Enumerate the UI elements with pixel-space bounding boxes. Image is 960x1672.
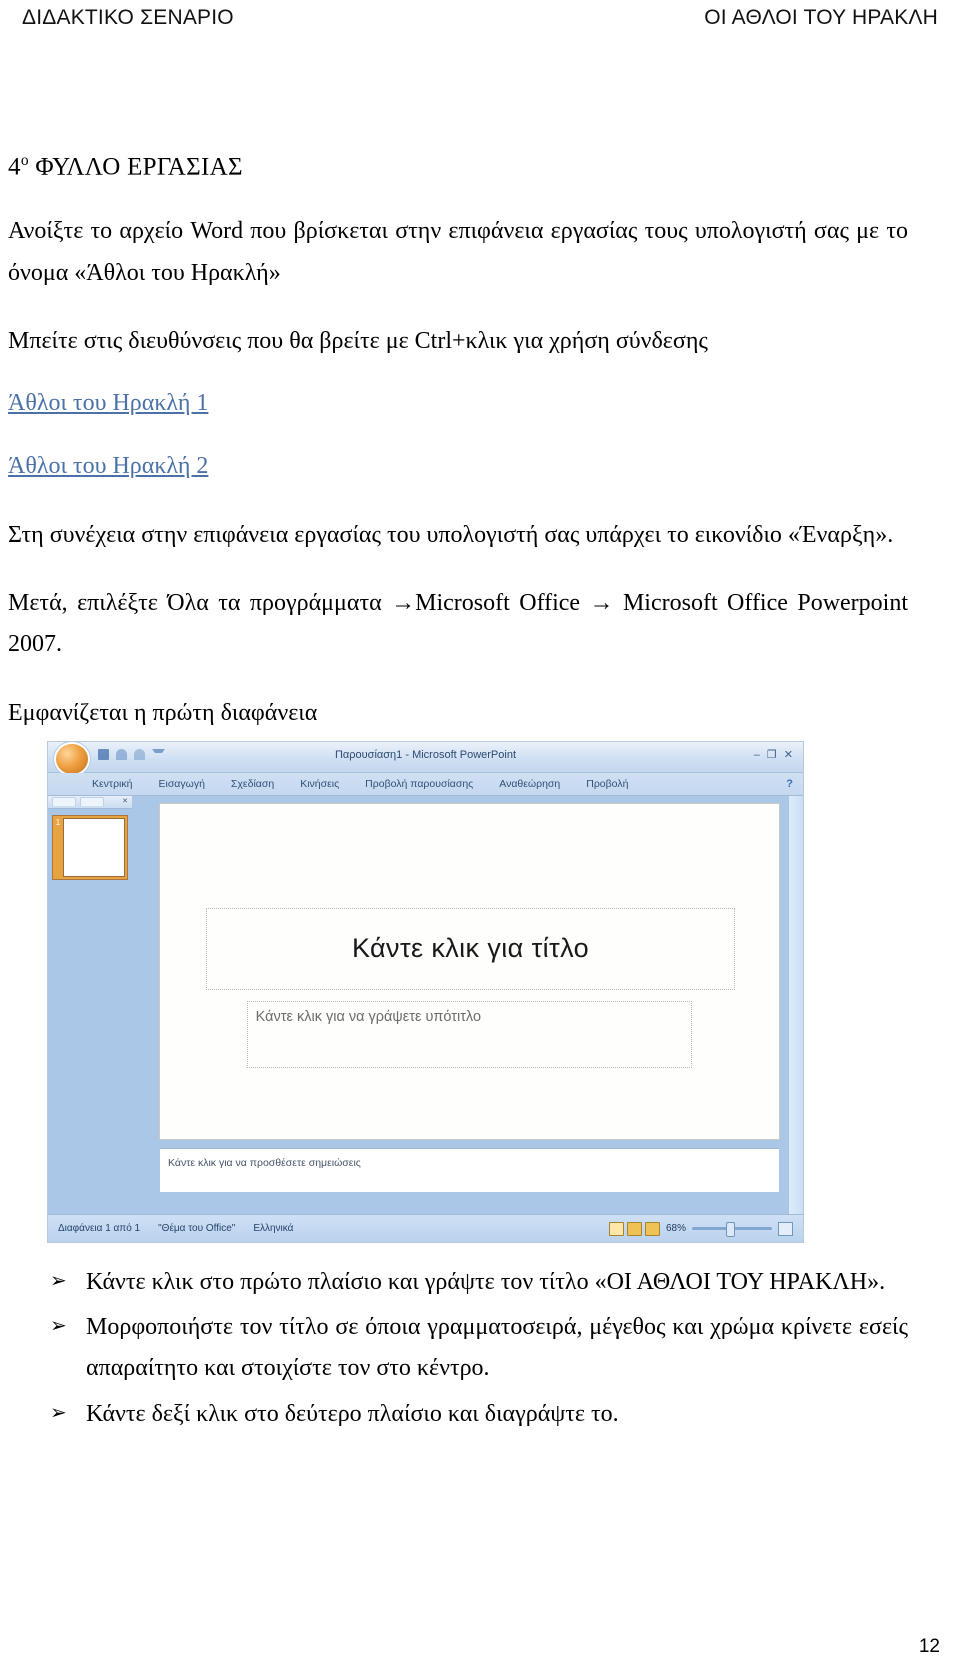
bullet-arrow-icon: ➢ — [50, 1313, 67, 1338]
link-athloi-1[interactable]: Άθλοι του Ηρακλή 1 — [8, 389, 208, 418]
slide-canvas[interactable]: Κάντε κλικ για τίτλο Κάντε κλικ για να γ… — [160, 803, 779, 1139]
worksheet-title-text: ΦΥΛΛΟ ΕΡΓΑΣΙΑΣ — [28, 153, 243, 181]
pane-tab-slides[interactable] — [52, 797, 76, 807]
bullet-arrow-icon: ➢ — [50, 1399, 67, 1424]
tab-design[interactable]: Σχεδίαση — [231, 778, 274, 790]
tab-insert[interactable]: Εισαγωγή — [158, 778, 204, 790]
close-icon[interactable]: ✕ — [121, 798, 129, 806]
view-normal-icon[interactable] — [608, 1221, 624, 1236]
list-item-text: Μορφοποιήστε τον τίτλο σε όποια γραμματο… — [86, 1314, 908, 1382]
view-buttons[interactable] — [608, 1221, 660, 1236]
header-right-text: ΟΙ ΑΘΛΟΙ ΤΟΥ ΗΡΑΚΛΗ — [704, 6, 938, 29]
slides-outline-pane: ✕ 1 — [48, 795, 132, 1214]
list-item: ➢ Κάντε δεξί κλικ στο δεύτερο πλαίσιο κα… — [8, 1394, 908, 1435]
slide-thumbnail-1[interactable]: 1 — [52, 814, 128, 880]
bullet-arrow-icon: ➢ — [50, 1267, 67, 1292]
vertical-scrollbar[interactable] — [788, 795, 803, 1214]
status-slide-counter: Διαφάνεια 1 από 1 — [58, 1223, 141, 1235]
zoom-slider[interactable] — [692, 1222, 772, 1238]
instruction-list: ➢ Κάντε κλικ στο πρώτο πλαίσιο και γράψτ… — [8, 1262, 908, 1435]
help-icon[interactable]: ? — [786, 778, 793, 790]
pane-tab-outline[interactable] — [80, 797, 104, 807]
title-placeholder[interactable]: Κάντε κλικ για τίτλο — [206, 907, 735, 991]
tab-review[interactable]: Αναθεώρηση — [499, 778, 560, 790]
link-athloi-2[interactable]: Άθλοι του Ηρακλή 2 — [8, 452, 208, 481]
window-controls[interactable]: – ❐ ✕ — [754, 748, 795, 761]
powerpoint-title-bar: Παρουσίαση1 - Microsoft PowerPoint – ❐ ✕ — [48, 741, 803, 774]
list-item: ➢ Μορφοποιήστε τον τίτλο σε όποια γραμμα… — [8, 1307, 908, 1390]
tab-view[interactable]: Προβολή — [586, 778, 628, 790]
pane-tab-strip: ✕ — [48, 795, 132, 809]
status-right-group: 68% — [608, 1221, 793, 1238]
status-language[interactable]: Ελληνικά — [253, 1223, 293, 1234]
slide-thumbnail-number: 1 — [55, 817, 61, 827]
page-header: ΔΙΔΑΚΤΙΚΟ ΣΕΝΑΡΙΟ ΟΙ ΑΘΛΟΙ ΤΟΥ ΗΡΑΚΛΗ — [22, 6, 938, 40]
worksheet-ordinal-suffix: ο — [20, 152, 29, 169]
fit-to-window-icon[interactable] — [778, 1221, 793, 1236]
document-body: 4ο ΦΥΛΛΟ ΕΡΓΑΣΙΑΣ Ανοίξτε το αρχείο Word… — [8, 152, 908, 1439]
zoom-slider-handle[interactable] — [726, 1222, 735, 1238]
paragraph-first-slide-appears: Εμφανίζεται η πρώτη διαφάνεια — [8, 699, 318, 726]
notes-pane[interactable]: Κάντε κλικ για να προσθέσετε σημειώσεις — [160, 1147, 779, 1192]
title-placeholder-text: Κάντε κλικ για τίτλο — [351, 933, 590, 964]
powerpoint-document-title: Παρουσίαση1 - Microsoft PowerPoint — [334, 748, 516, 761]
paragraph-open-word-file: Ανοίξτε το αρχείο Word που βρίσκεται στη… — [8, 218, 908, 286]
powerpoint-workspace: ✕ 1 Κάντε κλικ για τίτλο Κάντε κλικ για … — [48, 795, 803, 1214]
page-title: 4ο ΦΥΛΛΟ ΕΡΓΑΣΙΑΣ — [8, 152, 908, 181]
powerpoint-screenshot: Παρουσίαση1 - Microsoft PowerPoint – ❐ ✕… — [48, 741, 803, 1242]
subtitle-placeholder[interactable]: Κάντε κλικ για να γράψετε υπότιτλο — [246, 1001, 693, 1069]
powerpoint-status-bar: Διαφάνεια 1 από 1 "Θέμα του Office" Ελλη… — [48, 1213, 803, 1242]
zoom-percentage: 68% — [665, 1223, 686, 1235]
paragraph-start-icon: Στη συνέχεια στην επιφάνεια εργασίας του… — [8, 521, 894, 548]
worksheet-number: 4 — [8, 153, 21, 181]
paragraph-launch-powerpoint: Μετά, επιλέξτε Όλα τα προγράμματα →Micro… — [8, 589, 908, 658]
tab-slideshow[interactable]: Προβολή παρουσίασης — [365, 778, 473, 790]
ribbon-tab-bar: Κεντρική Εισαγωγή Σχεδίαση Κινήσεις Προβ… — [48, 772, 803, 796]
view-slideshow-icon[interactable] — [644, 1221, 660, 1236]
list-item: ➢ Κάντε κλικ στο πρώτο πλαίσιο και γράψτ… — [8, 1262, 908, 1303]
page-number: 12 — [918, 1636, 940, 1657]
tab-animations[interactable]: Κινήσεις — [300, 778, 339, 790]
tab-home[interactable]: Κεντρική — [92, 778, 132, 790]
status-theme: "Θέμα του Office" — [158, 1223, 236, 1235]
notes-placeholder-text: Κάντε κλικ για να προσθέσετε σημειώσεις — [168, 1156, 361, 1169]
view-slide-sorter-icon[interactable] — [626, 1221, 642, 1236]
slide-editor-area: Κάντε κλικ για τίτλο Κάντε κλικ για να γ… — [132, 795, 803, 1214]
paragraph-ctrl-click-links: Μπείτε στις διευθύνσεις που θα βρείτε με… — [8, 327, 708, 354]
slide-thumbnail-preview — [63, 817, 125, 877]
list-item-text: Κάντε δεξί κλικ στο δεύτερο πλαίσιο και … — [86, 1400, 619, 1427]
subtitle-placeholder-text: Κάντε κλικ για να γράψετε υπότιτλο — [255, 1009, 482, 1026]
list-item-text: Κάντε κλικ στο πρώτο πλαίσιο και γράψτε … — [86, 1268, 886, 1295]
header-left-text: ΔΙΔΑΚΤΙΚΟ ΣΕΝΑΡΙΟ — [22, 6, 234, 29]
